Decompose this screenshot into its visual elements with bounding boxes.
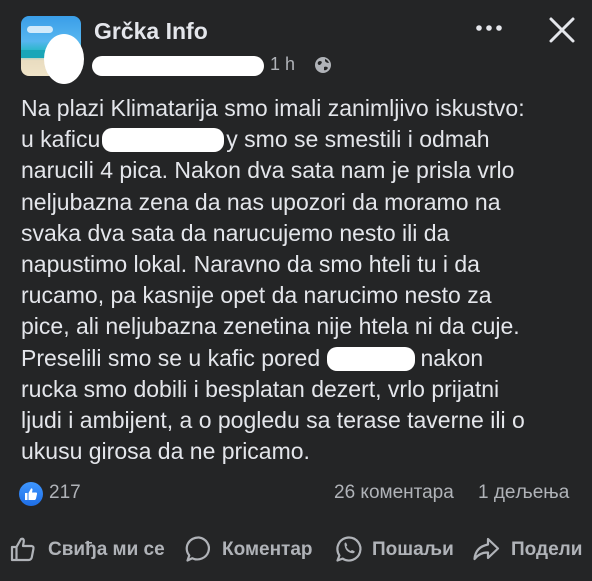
post-line: neljubazna zena da nas upozori da moramo… [21, 188, 501, 215]
post-line: rucka smo dobili i besplatan dezert, vrl… [21, 375, 500, 402]
send-button[interactable]: Пошаљи [334, 530, 459, 570]
post-body: Na plazi Klimatarija smo imali zanimljiv… [21, 93, 581, 467]
post-line: napustimo lokal. Naravno da smo hteli tu… [21, 251, 480, 278]
globe-icon [315, 57, 331, 73]
like-button[interactable]: Свиђа ми се [8, 530, 168, 570]
like-reaction-icon[interactable] [19, 482, 43, 506]
thumbs-up-icon [25, 488, 38, 500]
post-header: Grčka Info 1 h [0, 0, 592, 90]
shares-count[interactable]: 1 дељења [478, 482, 569, 504]
comments-count[interactable]: 26 коментара [334, 482, 454, 504]
post-text: y smo se smestili i odmah [226, 126, 490, 153]
post-text: u kaficu [21, 126, 101, 153]
comment-button-label: Коментар [222, 539, 313, 560]
author-redaction [92, 56, 264, 76]
whatsapp-icon [336, 536, 362, 562]
post-text: Preselili smo se u kafic pored [21, 344, 321, 371]
post-line: u kaficu y smo se smestili i odmah [21, 124, 581, 155]
thumbs-up-icon [10, 537, 35, 562]
cafe-name-redaction [102, 128, 225, 153]
send-button-label: Пошаљи [372, 539, 454, 560]
avatar-redaction [44, 34, 84, 84]
more-horizontal-icon[interactable] [474, 18, 506, 38]
post-text: nakon [420, 344, 484, 371]
likes-count[interactable]: 217 [49, 482, 81, 504]
post-line: rucamo, pa kasnije opet da narucimo nest… [21, 282, 492, 309]
post-timestamp[interactable]: 1 h [270, 54, 295, 75]
post-line: pice, ali neljubazna zenetina nije htela… [21, 313, 520, 340]
comment-button[interactable]: Коментар [184, 530, 319, 570]
page-name[interactable]: Grčka Info [94, 18, 208, 45]
avatar-cloud [27, 26, 53, 33]
post-line: ljudi i ambijent, a o pogledu sa terase … [21, 407, 525, 434]
post-line: Na plazi Klimatarija smo imali zanimljiv… [21, 95, 525, 121]
post-line: Preselili smo se u kafic pored nakon [21, 343, 581, 374]
comment-bubble-icon [185, 536, 210, 562]
share-button[interactable]: Подели [471, 530, 586, 570]
post-line: narucili 4 pica. Nakon dva sata nam je p… [21, 157, 515, 184]
share-button-label: Подели [511, 539, 583, 560]
close-icon[interactable] [546, 14, 578, 46]
post-line: svaka dva sata da narucujemo nesto ili d… [21, 219, 450, 246]
like-button-label: Свиђа ми се [48, 539, 165, 560]
share-arrow-icon [473, 537, 500, 561]
cafe-name-redaction [326, 346, 415, 371]
post-line: ukusu girosa da ne pricamo. [21, 438, 310, 465]
